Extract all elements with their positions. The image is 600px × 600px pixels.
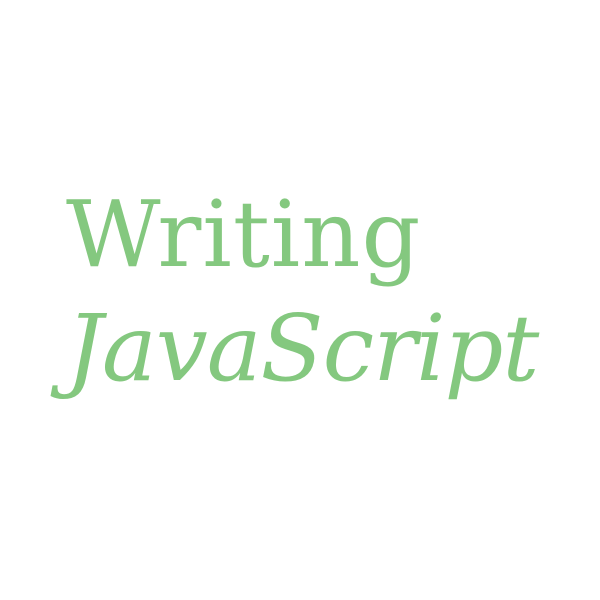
cover-canvas: Writing JavaScript (0, 0, 600, 600)
title-line-1: Writing (66, 181, 422, 288)
title-line-2: JavaScript (66, 295, 539, 402)
cover-title: Writing JavaScript (66, 178, 539, 406)
